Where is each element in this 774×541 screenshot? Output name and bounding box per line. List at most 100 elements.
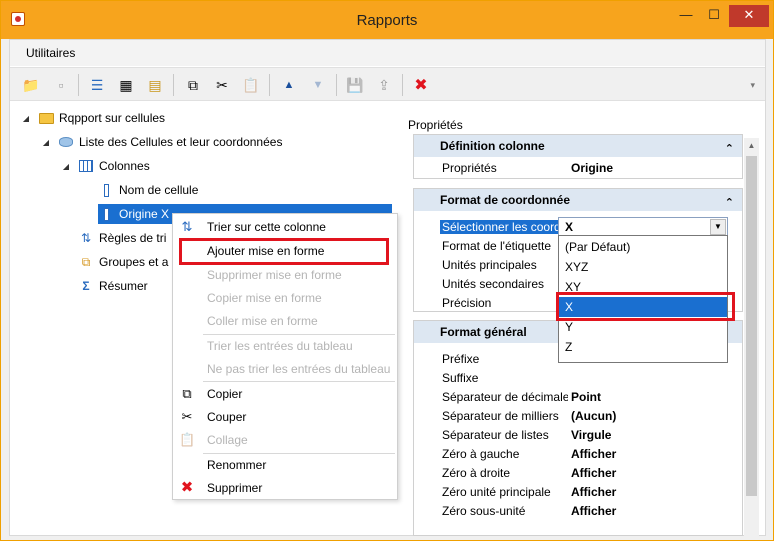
property-row[interactable]: Séparateur de listes Virgule — [414, 426, 742, 445]
maximize-button[interactable]: ☐ — [701, 5, 727, 27]
delete-icon: ✖ — [180, 479, 194, 496]
menu-item-paste-format[interactable]: Coller mise en forme — [173, 310, 397, 332]
tree-node-groups[interactable]: ⧉ Groupes et a — [78, 252, 169, 272]
list-icon[interactable]: ☰ — [86, 74, 108, 96]
export-icon[interactable]: ⇪ — [373, 74, 395, 96]
menu-item-no-sort-entries[interactable]: Ne pas trier les entrées du tableau — [173, 358, 397, 380]
property-row[interactable]: Propriétés Origine — [414, 159, 742, 178]
properties-scrollbar[interactable]: ▲ — [744, 138, 759, 538]
tree-node-list[interactable]: ◢ Liste des Cellules et leur coordonnées — [40, 132, 283, 152]
menu-item-cut[interactable]: ✂ Couper — [173, 406, 397, 428]
tree-node-label: Groupes et a — [99, 255, 169, 269]
tree-node-rules[interactable]: ⇅ Règles de tri — [78, 228, 166, 248]
scroll-up-icon[interactable]: ▲ — [744, 138, 759, 153]
paste-icon: 📋 — [179, 432, 196, 447]
property-row[interactable]: Zéro unité principale Afficher — [414, 483, 742, 502]
dropdown-option[interactable]: Z — [559, 337, 727, 357]
property-row[interactable]: Zéro à droite Afficher — [414, 464, 742, 483]
folder-icon — [38, 110, 54, 126]
property-name: Précision — [442, 296, 492, 310]
property-row[interactable]: Zéro sous-unité Afficher — [414, 502, 742, 521]
property-row[interactable]: Suffixe — [414, 369, 742, 388]
menu-item-rename[interactable]: Renommer — [173, 454, 397, 476]
scrollbar-thumb[interactable] — [746, 156, 757, 496]
sigma-icon: Σ — [82, 279, 90, 293]
database-icon — [58, 134, 74, 150]
menu-item-label: Ne pas trier les entrées du tableau — [207, 362, 391, 376]
property-value: (Aucun) — [571, 409, 617, 423]
property-row[interactable]: Zéro à gauche Afficher — [414, 445, 742, 464]
property-row[interactable]: Séparateur de milliers (Aucun) — [414, 407, 742, 426]
tree-node-label: Origine X — [119, 207, 170, 221]
tree-node-summary[interactable]: Σ Résumer — [78, 276, 147, 296]
arrow-down-icon[interactable]: ▼ — [307, 74, 329, 96]
section-header[interactable]: Format de coordonnée ⌃ — [414, 189, 742, 211]
property-name: Zéro à gauche — [442, 447, 520, 461]
paste-icon[interactable]: 📋 — [240, 74, 262, 96]
copy-icon: ⧉ — [182, 386, 192, 401]
property-name: Zéro sous-unité — [442, 504, 526, 518]
tree-node-label: Rqpport sur cellules — [59, 111, 166, 125]
tree-node-label: Règles de tri — [99, 231, 167, 245]
collapse-up-icon[interactable]: ⌃ — [725, 138, 734, 160]
chevron-down-icon[interactable]: ▼ — [710, 219, 726, 235]
dropdown-option[interactable]: (Par Défaut) — [559, 237, 727, 257]
property-name: Unités principales — [442, 258, 537, 272]
menu-item-sort-entries[interactable]: Trier les entrées du tableau — [173, 335, 397, 357]
title-bar: Rapports — ☐ ✕ — [1, 1, 773, 39]
section-title: Format général — [440, 325, 527, 339]
grid-icon[interactable]: ▦ — [115, 74, 137, 96]
coordinate-select[interactable]: X ▼ — [558, 217, 728, 237]
tree-node-col-name[interactable]: Nom de cellule — [98, 180, 198, 200]
highlight-box-option-x — [556, 292, 735, 321]
property-name: Séparateur de milliers — [442, 409, 559, 423]
toolbar-separator — [336, 74, 337, 96]
minimize-button[interactable]: — — [673, 5, 699, 27]
dropdown-option[interactable]: XYZ — [559, 257, 727, 277]
filter-icon[interactable]: ▤ — [144, 74, 166, 96]
toolbar-separator — [173, 74, 174, 96]
section-header[interactable]: Définition colonne ⌃ — [414, 135, 742, 157]
arrow-up-icon[interactable]: ▲ — [278, 74, 300, 96]
property-value: Virgule — [571, 428, 612, 442]
collapse-up-icon[interactable]: ⌃ — [725, 192, 734, 214]
tree-node-columns[interactable]: ◢ Colonnes — [60, 156, 150, 176]
property-row[interactable]: Séparateur de décimales Point — [414, 388, 742, 407]
close-button[interactable]: ✕ — [729, 5, 769, 27]
delete-icon[interactable]: ✖ — [410, 74, 432, 96]
menu-item-copy-format[interactable]: Copier mise en forme — [173, 287, 397, 309]
collapse-icon[interactable]: ◢ — [40, 138, 52, 147]
save-icon[interactable]: 💾 — [344, 74, 366, 96]
column-icon — [98, 182, 114, 198]
toolbar-separator — [269, 74, 270, 96]
property-name: Unités secondaires — [442, 277, 545, 291]
properties-title: Propriétés — [408, 118, 463, 132]
menu-item-paste[interactable]: 📋 Collage — [173, 429, 397, 451]
select-value: X — [565, 220, 574, 234]
menu-item-sort-column[interactable]: ⇅ Trier sur cette colonne — [173, 216, 397, 238]
page-icon[interactable]: ▫ — [50, 74, 72, 96]
menu-item-label: Trier les entrées du tableau — [207, 339, 353, 353]
property-name: Zéro à droite — [442, 466, 511, 480]
menu-utilitaires[interactable]: Utilitaires — [26, 46, 75, 60]
collapse-icon[interactable]: ◢ — [20, 114, 32, 123]
cut-icon[interactable]: ✂ — [211, 74, 233, 96]
tree-node-label: Liste des Cellules et leur coordonnées — [79, 135, 283, 149]
menu-item-delete-format[interactable]: Supprimer mise en forme — [173, 264, 397, 286]
property-name: Propriétés — [442, 161, 497, 175]
menu-bar: Utilitaires — [10, 40, 765, 66]
add-folder-icon[interactable]: 📁 — [20, 74, 42, 96]
menu-item-delete[interactable]: ✖ Supprimer — [173, 477, 397, 499]
section-title: Définition colonne — [440, 139, 545, 153]
window-title: Rapports — [356, 12, 418, 29]
tree-node-root[interactable]: ◢ Rqpport sur cellules — [20, 108, 165, 128]
copy-icon[interactable]: ⧉ — [182, 74, 204, 96]
menu-item-copy[interactable]: ⧉ Copier — [173, 383, 397, 405]
toolbar: 📁 ▫ ☰ ▦ ▤ ⧉ ✂ 📋 ▲ ▼ 💾 ⇪ ✖ ▾ — [10, 67, 765, 101]
property-name: Format de l'étiquette — [442, 239, 552, 253]
menu-item-label: Copier — [207, 387, 243, 401]
collapse-icon[interactable]: ◢ — [60, 162, 72, 171]
menu-item-label: Trier sur cette colonne — [207, 220, 326, 234]
menu-item-label: Supprimer — [207, 481, 263, 495]
toolbar-overflow-icon[interactable]: ▾ — [750, 80, 755, 91]
